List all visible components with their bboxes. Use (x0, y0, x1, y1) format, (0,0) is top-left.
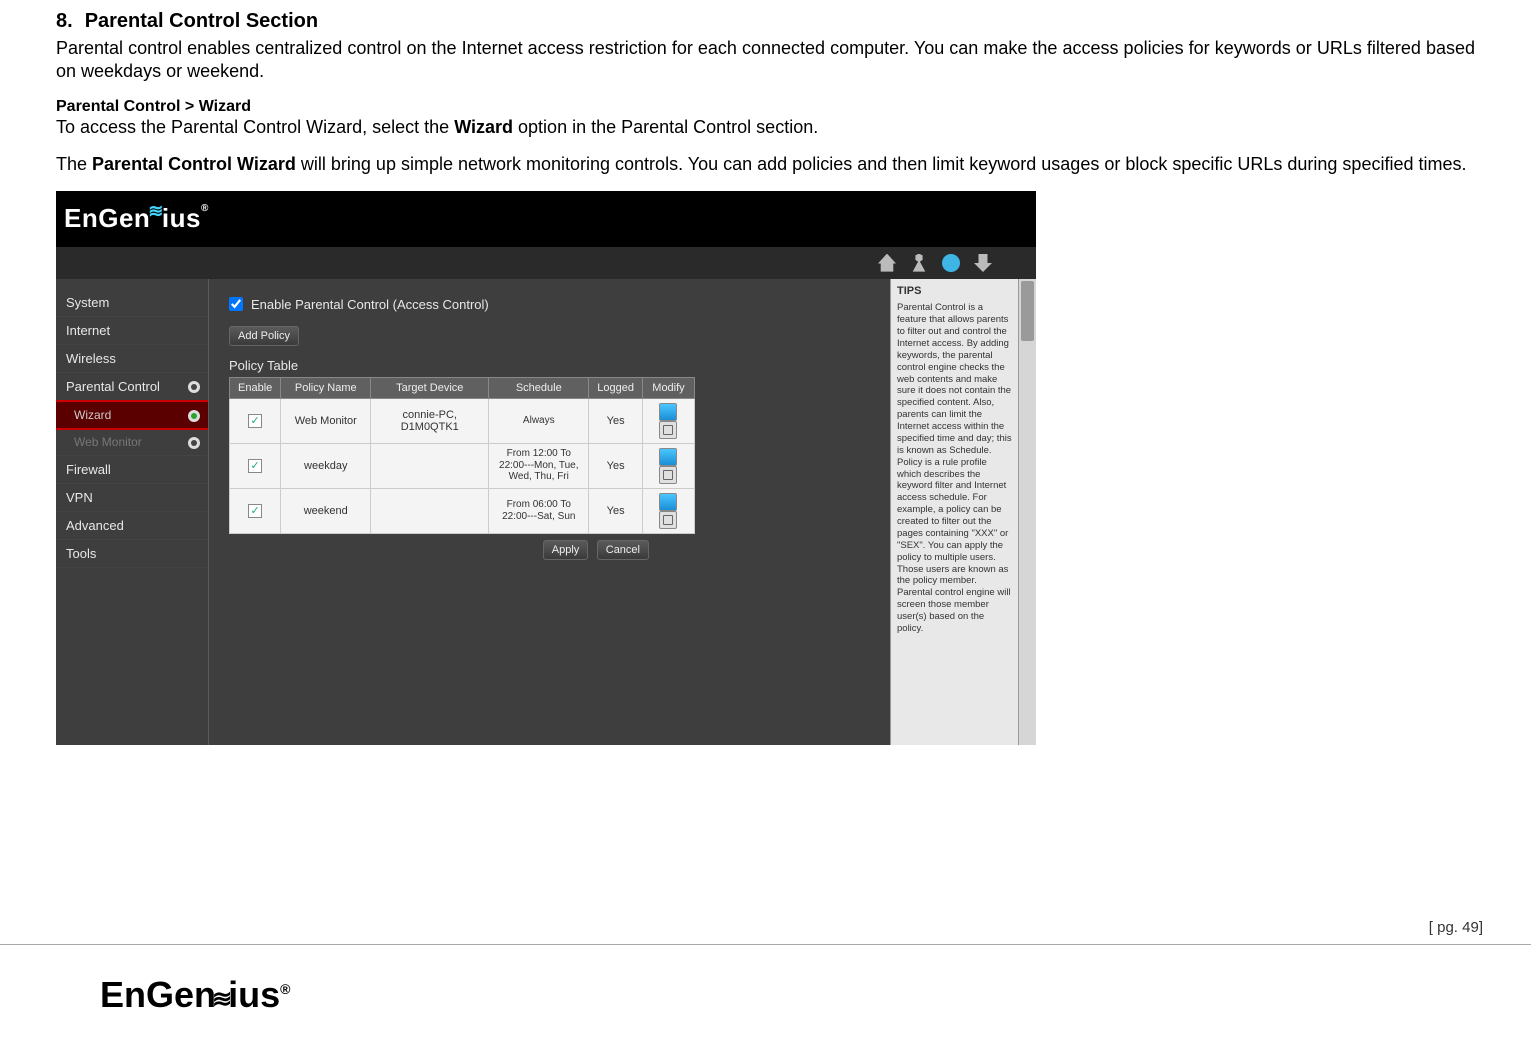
access-text: To access the Parental Control Wizard, s… (56, 116, 1475, 139)
nav-wireless[interactable]: Wireless (56, 345, 208, 373)
nav-parental-control[interactable]: Parental Control (56, 373, 208, 401)
scrollbar-thumb[interactable] (1021, 281, 1034, 341)
table-footer: Apply Cancel (229, 534, 657, 560)
nav-advanced[interactable]: Advanced (56, 512, 208, 540)
nav-firewall[interactable]: Firewall (56, 456, 208, 484)
row-enable-checkbox[interactable] (248, 414, 262, 428)
nav-tools[interactable]: Tools (56, 540, 208, 568)
edit-icon[interactable] (659, 493, 677, 511)
collapse-icon (188, 381, 200, 393)
scrollbar[interactable] (1018, 279, 1036, 745)
router-header: EnGen≋ius® (56, 191, 1036, 247)
tips-text: Parental Control is a feature that allow… (897, 302, 1012, 635)
table-row: weekend From 06:00 To 22:00---Sat, Sun Y… (230, 488, 695, 533)
edit-icon[interactable] (659, 403, 677, 421)
router-toolbar (56, 247, 1036, 279)
th-policy-name: Policy Name (281, 377, 371, 398)
nav-system[interactable]: System (56, 289, 208, 317)
enable-checkbox[interactable] (229, 297, 243, 311)
apply-button[interactable]: Apply (543, 540, 589, 560)
table-row: weekday From 12:00 To 22:00---Mon, Tue, … (230, 443, 695, 488)
user-icon[interactable] (910, 254, 928, 272)
th-logged: Logged (589, 377, 643, 398)
page-footer: [ pg. 49] EnGen≋ius® (0, 944, 1531, 1040)
nav-internet[interactable]: Internet (56, 317, 208, 345)
table-title: Policy Table (229, 358, 890, 373)
page-number: [ pg. 49] (1429, 919, 1483, 936)
enable-label: Enable Parental Control (Access Control) (251, 297, 489, 312)
table-row: Web Monitor connie-PC, D1M0QTK1 Always Y… (230, 398, 695, 443)
cancel-button[interactable]: Cancel (597, 540, 649, 560)
th-target-device: Target Device (371, 377, 489, 398)
row-enable-checkbox[interactable] (248, 459, 262, 473)
nav-web-monitor[interactable]: Web Monitor (56, 429, 208, 456)
router-sidebar: System Internet Wireless Parental Contro… (56, 279, 208, 745)
nav-wizard[interactable]: Wizard (56, 400, 208, 430)
nav-icon (188, 437, 200, 449)
delete-icon[interactable] (659, 511, 677, 529)
footer-logo: EnGen≋ius® (100, 974, 290, 1016)
th-schedule: Schedule (489, 377, 589, 398)
th-enable: Enable (230, 377, 281, 398)
wizard-desc: The Parental Control Wizard will bring u… (56, 153, 1475, 176)
engenius-logo: EnGen≋ius® (64, 203, 209, 234)
help-icon[interactable] (942, 254, 960, 272)
row-enable-checkbox[interactable] (248, 504, 262, 518)
th-modify: Modify (642, 377, 694, 398)
delete-icon[interactable] (659, 466, 677, 484)
intro-text: Parental control enables centralized con… (56, 37, 1475, 84)
policy-table: Enable Policy Name Target Device Schedul… (229, 377, 695, 534)
nav-vpn[interactable]: VPN (56, 484, 208, 512)
edit-icon[interactable] (659, 448, 677, 466)
section-heading: 8.Parental Control Section (56, 10, 1475, 33)
home-icon[interactable] (878, 254, 896, 272)
active-icon (188, 410, 200, 422)
tips-panel: TIPS Parental Control is a feature that … (890, 279, 1018, 745)
add-policy-button[interactable]: Add Policy (229, 326, 299, 346)
router-ui-screenshot: EnGen≋ius® System Internet Wireless Pare… (56, 191, 1036, 745)
tips-heading: TIPS (897, 285, 1012, 299)
delete-icon[interactable] (659, 421, 677, 439)
logout-icon[interactable] (974, 254, 992, 272)
breadcrumb: Parental Control > Wizard (56, 98, 1475, 116)
router-main: Enable Parental Control (Access Control)… (209, 279, 890, 745)
